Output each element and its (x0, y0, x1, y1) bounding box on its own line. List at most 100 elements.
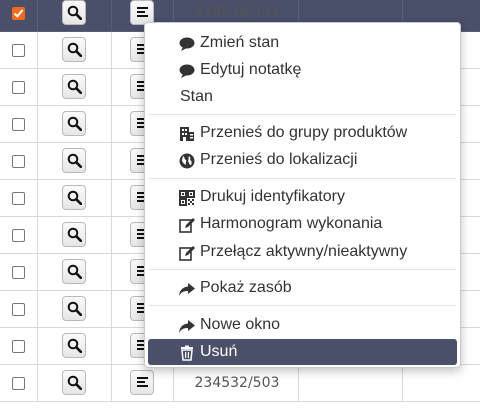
checkbox-cell (0, 290, 38, 328)
search-cell (37, 327, 112, 365)
menu-item-edit-note[interactable]: Edytuj notatkę (148, 57, 457, 83)
table-row[interactable]: 234532/503 (0, 364, 480, 402)
row-checkbox[interactable] (11, 81, 25, 94)
search-cell (37, 0, 112, 32)
menu-item-label: Przełącz aktywny/nieaktywny (200, 243, 408, 260)
edit-icon (179, 216, 195, 233)
preview-button[interactable] (62, 222, 86, 247)
preview-button[interactable] (62, 74, 86, 99)
menu-item-label: Zmień stan (200, 34, 280, 51)
menu-item-label: Edytuj notatkę (200, 61, 302, 78)
preview-button[interactable] (62, 185, 86, 210)
menu-item-move-to-product-group[interactable]: Przenieś do grupy produktów (148, 120, 457, 146)
menu-item-label: Harmonogram wykonania (200, 215, 383, 232)
search-icon (67, 42, 82, 57)
search-cell (37, 105, 112, 143)
search-cell (37, 364, 112, 402)
search-cell (37, 31, 112, 69)
menu-item-state[interactable]: Stan (148, 84, 457, 110)
preview-button[interactable] (62, 111, 86, 136)
menu-item-print-identifiers[interactable]: Drukuj identyfikatory (148, 184, 457, 210)
menu-item-label: Nowe okno (200, 316, 281, 333)
checkbox-cell (0, 364, 38, 402)
screen: 234539/503234533/503234532/503 Zmień sta… (0, 0, 480, 408)
checkbox-cell (0, 68, 38, 106)
row-checkbox[interactable] (11, 303, 25, 316)
preview-button[interactable] (62, 148, 86, 173)
search-cell (37, 290, 112, 328)
share-arrow-icon (179, 317, 195, 333)
checkbox-cell (0, 179, 38, 217)
search-icon (67, 227, 82, 242)
search-icon (67, 190, 82, 205)
row-checkbox[interactable] (11, 155, 25, 168)
preview-button[interactable] (62, 296, 86, 321)
preview-button[interactable] (62, 333, 86, 358)
search-icon (67, 338, 82, 353)
search-icon (67, 301, 82, 316)
row-checkbox[interactable] (11, 377, 25, 390)
preview-button[interactable] (62, 37, 86, 62)
checkbox-cell (0, 105, 38, 143)
search-icon (67, 116, 82, 131)
menu-item-move-to-location[interactable]: Przenieś do lokalizacji (148, 147, 457, 173)
table-cell (298, 364, 403, 402)
row-checkbox[interactable] (11, 340, 25, 353)
row-checkbox[interactable] (11, 44, 25, 57)
preview-button[interactable] (62, 0, 86, 25)
table-cell (402, 364, 480, 402)
search-cell (37, 142, 112, 180)
menu-item-label: Usuń (200, 343, 238, 360)
building-icon (179, 125, 195, 141)
search-icon (67, 153, 82, 168)
menu-separator (149, 269, 456, 270)
menu-lines-icon (137, 6, 148, 19)
globe-icon (179, 152, 195, 169)
preview-button[interactable] (62, 370, 86, 395)
code-cell: 234532/503 (173, 364, 299, 402)
row-checkbox[interactable] (11, 6, 25, 20)
checkbox-cell (0, 253, 38, 291)
context-menu: Zmień stan Edytuj notatkę Stan Przenieś … (144, 22, 461, 368)
menu-separator (149, 178, 456, 179)
menu-item-new-window[interactable]: Nowe okno (148, 312, 457, 338)
checkbox-cell (0, 142, 38, 180)
comment-icon (179, 35, 195, 51)
menu-lines-icon (137, 377, 148, 389)
menu-separator (149, 114, 456, 115)
menu-separator (149, 305, 456, 306)
checkbox-cell (0, 31, 38, 69)
menu-item-label: Stan (180, 88, 213, 105)
menu-item-label: Pokaż zasób (200, 279, 292, 296)
preview-button[interactable] (62, 259, 86, 284)
menu-item-change-state[interactable]: Zmień stan (148, 30, 457, 56)
row-checkbox[interactable] (11, 192, 25, 205)
qrcode-icon (179, 189, 195, 206)
edit-icon (179, 244, 195, 261)
row-checkbox[interactable] (11, 229, 25, 242)
search-cell (37, 179, 112, 217)
menu-item-execution-schedule[interactable]: Harmonogram wykonania (148, 211, 457, 237)
checkbox-cell (0, 216, 38, 254)
search-icon (67, 264, 82, 279)
menu-item-show-resource[interactable]: Pokaż zasób (148, 275, 457, 301)
menu-item-label: Drukuj identyfikatory (200, 188, 345, 205)
row-menu-button[interactable] (130, 370, 154, 395)
search-icon (67, 79, 82, 94)
menu-cell (111, 364, 174, 402)
share-arrow-icon (179, 280, 195, 296)
checkbox-cell (0, 0, 38, 32)
search-icon (67, 375, 82, 390)
row-checkbox[interactable] (11, 266, 25, 279)
menu-item-label: Przenieś do lokalizacji (200, 151, 358, 168)
search-cell (37, 253, 112, 291)
search-icon (67, 5, 82, 20)
menu-item-toggle-active[interactable]: Przełącz aktywny/nieaktywny (148, 239, 457, 265)
menu-item-delete[interactable]: Usuń (148, 339, 457, 365)
trash-icon (179, 344, 195, 361)
comment-icon (179, 62, 195, 78)
checkbox-cell (0, 327, 38, 365)
row-checkbox[interactable] (11, 118, 25, 131)
menu-item-label: Przenieś do grupy produktów (200, 124, 408, 141)
search-cell (37, 216, 112, 254)
